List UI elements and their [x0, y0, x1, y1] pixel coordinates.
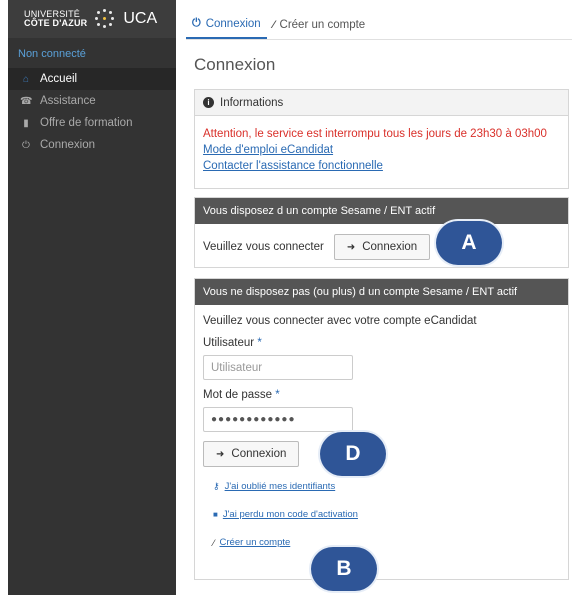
local-account-panel: Vous ne disposez pas (ou plus) d un comp…	[194, 278, 569, 580]
required-marker: *	[275, 389, 280, 401]
connection-status: Non connecté	[18, 48, 86, 60]
sidebar-item-label: Accueil	[40, 73, 78, 85]
sign-in-icon: ➜	[216, 448, 225, 460]
sesame-login-button[interactable]: ➜ Connexion	[333, 234, 431, 260]
tab-label: Créer un compte	[279, 18, 366, 31]
sesame-prompt: Veuillez vous connecter	[203, 241, 324, 253]
username-label-text: Utilisateur	[203, 337, 255, 349]
brand-name: UCA	[123, 10, 158, 27]
home-icon: ⌂	[22, 73, 30, 85]
username-placeholder: Utilisateur	[211, 361, 263, 374]
lock-icon: ■	[213, 510, 218, 519]
create-account-link[interactable]: Créer un compte	[220, 537, 291, 548]
callout-badge-a: A	[436, 221, 502, 265]
sesame-panel: Vous disposez d un compte Sesame / ENT a…	[194, 197, 569, 268]
callout-badge-b: B	[311, 547, 377, 591]
lost-code-link[interactable]: J'ai perdu mon code d'activation	[223, 509, 358, 520]
password-label-text: Mot de passe	[203, 389, 273, 401]
info-panel: i Informations Attention, le service est…	[194, 89, 569, 189]
tab-connexion[interactable]: ⏻ Connexion	[186, 10, 267, 39]
sidebar-item-label: Connexion	[40, 139, 95, 151]
ecandidat-login-button[interactable]: ➜ Connexion	[203, 441, 300, 467]
power-icon: ⏻	[22, 139, 30, 151]
magic-wand-icon: ⁄	[272, 18, 275, 31]
magic-wand-icon: ⁄	[213, 537, 215, 548]
brand-bar[interactable]: UNIVERSITÉ CÔTE D'AZUR UCA	[8, 0, 176, 38]
sidebar-item-label: Assistance	[40, 95, 96, 107]
sidebar: UNIVERSITÉ CÔTE D'AZUR UCA Non connecté …	[8, 0, 176, 595]
tab-bar: ⏻ Connexion ⁄ Créer un compte	[186, 10, 572, 40]
local-prompt: Veuillez vous connecter avec votre compt…	[203, 315, 477, 327]
info-icon: i	[203, 97, 214, 108]
sidebar-item-offre-formation[interactable]: ▮ Offre de formation	[8, 112, 176, 134]
assistance-icon: ☎	[20, 95, 33, 107]
callout-badge-d: D	[320, 432, 386, 476]
username-label: Utilisateur *	[203, 337, 560, 355]
info-panel-header: i Informations	[195, 90, 568, 116]
info-panel-title: Informations	[220, 96, 284, 109]
power-icon: ⏻	[192, 17, 201, 29]
bookmark-icon: ▮	[23, 117, 29, 129]
required-marker: *	[257, 337, 262, 349]
button-label: Connexion	[231, 448, 287, 460]
key-icon: ⚷	[213, 481, 220, 491]
university-wordmark: UNIVERSITÉ CÔTE D'AZUR	[24, 10, 87, 28]
main-content: ⏻ Connexion ⁄ Créer un compte Connexion …	[186, 0, 572, 595]
sidebar-item-accueil[interactable]: ⌂ Accueil	[8, 68, 176, 90]
password-input[interactable]: ●●●●●●●●●●●●	[203, 407, 353, 432]
sidebar-item-connexion[interactable]: ⏻ Connexion	[8, 134, 176, 156]
forgot-ids-link[interactable]: J'ai oublié mes identifiants	[225, 481, 336, 492]
sidebar-item-label: Offre de formation	[40, 117, 133, 129]
tab-creer-compte[interactable]: ⁄ Créer un compte	[267, 10, 372, 39]
sidebar-item-assistance[interactable]: ☎ Assistance	[8, 90, 176, 112]
contact-support-link[interactable]: Contacter l'assistance fonctionnelle	[203, 158, 560, 174]
user-guide-link[interactable]: Mode d'emploi eCandidat	[203, 142, 560, 158]
username-input[interactable]: Utilisateur	[203, 355, 353, 380]
password-value: ●●●●●●●●●●●●	[211, 414, 296, 425]
button-label: Connexion	[362, 241, 418, 253]
dots-logo-icon	[95, 9, 115, 29]
service-warning: Attention, le service est interrompu tou…	[203, 128, 547, 140]
page-title: Connexion	[194, 55, 276, 74]
tab-label: Connexion	[205, 17, 261, 30]
wordmark-line-2: CÔTE D'AZUR	[24, 18, 88, 28]
password-label: Mot de passe *	[203, 389, 560, 407]
sesame-panel-header: Vous disposez d un compte Sesame / ENT a…	[195, 198, 568, 224]
local-panel-header: Vous ne disposez pas (ou plus) d un comp…	[195, 279, 568, 305]
sign-in-icon: ➜	[346, 241, 356, 253]
